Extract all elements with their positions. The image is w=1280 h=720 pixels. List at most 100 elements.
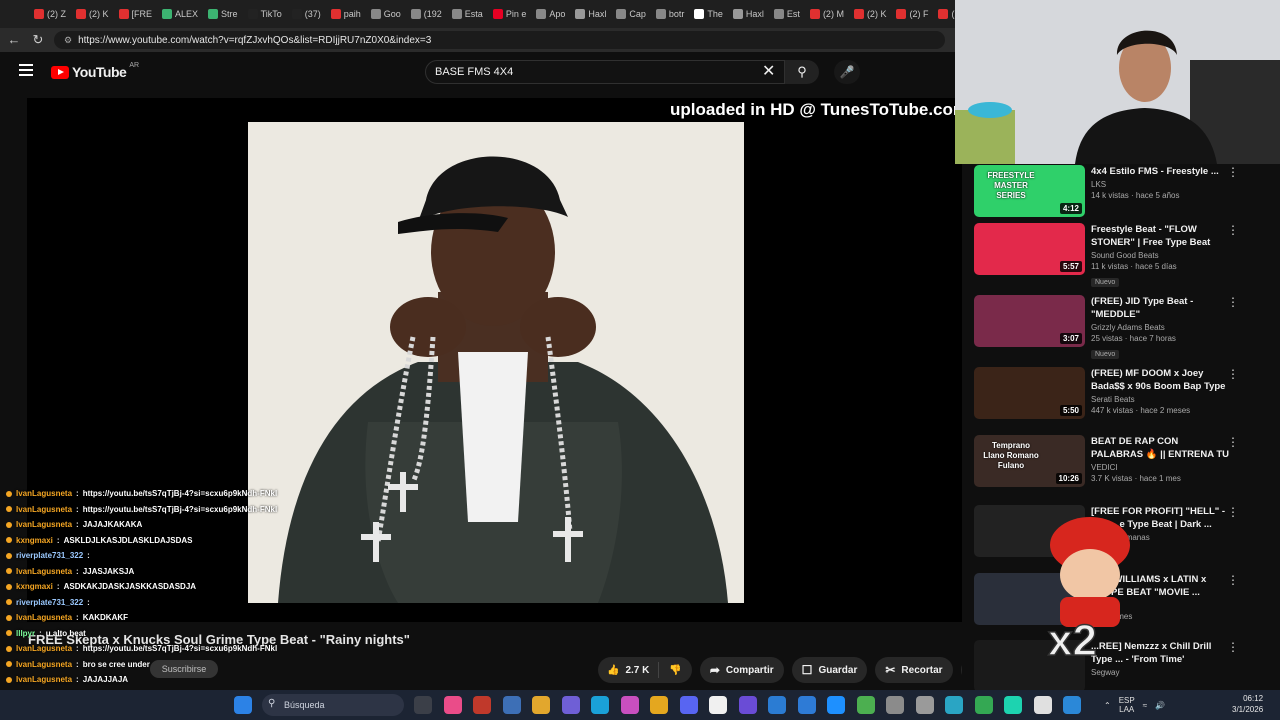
store-icon[interactable] [502, 696, 521, 714]
app-icon[interactable] [915, 696, 934, 714]
more-options-icon[interactable]: ⋮ [1227, 435, 1239, 449]
outlook-icon[interactable] [797, 696, 816, 714]
recommended-video[interactable]: 5:50 (FREE) MF DOOM x Joey Bada$$ x 90s B… [974, 367, 1239, 419]
more-options-icon[interactable]: ⋮ [1227, 640, 1239, 654]
youtube-logo[interactable]: YouTube AR [51, 62, 139, 80]
taskbar-clock[interactable]: 06:12 3/1/2026 [1232, 693, 1263, 715]
browser-tab[interactable]: (2) Z [30, 3, 70, 25]
opera-icon[interactable] [473, 696, 491, 714]
video-thumbnail[interactable]: 5:57 [974, 223, 1085, 275]
app-icon[interactable] [768, 696, 786, 714]
share-button[interactable]: ➦ Compartir [699, 657, 784, 683]
dislike-button[interactable]: 👎 [659, 665, 691, 676]
channel-name[interactable]: Serati Beats [1091, 395, 1231, 404]
channel-name[interactable]: VEDICI [1091, 463, 1231, 472]
browser-tab[interactable]: (2) K [72, 3, 113, 25]
recommended-video[interactable]: 5:57 Freestyle Beat - "FLOW STONER" | Fre… [974, 223, 1239, 289]
app-icon[interactable] [738, 696, 757, 714]
windows-start-icon[interactable] [234, 696, 252, 714]
file-explorer-icon[interactable] [532, 696, 550, 714]
excel-icon[interactable] [856, 696, 875, 714]
video-thumbnail[interactable]: Temprano Llano Romano Fulano 10:26 [974, 435, 1085, 487]
recommended-video[interactable]: 3:07 (FREE) JID Type Beat - "MEDDLE" Grizz… [974, 295, 1239, 361]
video-thumbnail[interactable]: FREESTYLE MASTER SERIES 4:12 [974, 165, 1085, 217]
browser-tab[interactable]: Cap [612, 3, 650, 25]
browser-tab[interactable]: ALEX [158, 3, 202, 25]
browser-tab[interactable]: Haxl [729, 3, 768, 25]
browser-tab[interactable]: Pin e [489, 3, 531, 25]
language-indicator[interactable]: ESP LAA [1119, 696, 1135, 714]
clear-search-icon[interactable]: ✕ [762, 64, 775, 80]
chrome-icon[interactable] [974, 696, 993, 714]
more-options-icon[interactable]: ⋮ [1227, 367, 1239, 381]
terminal-icon[interactable] [709, 696, 727, 714]
hamburger-menu-icon[interactable] [19, 64, 33, 76]
pen-icon[interactable] [561, 696, 580, 714]
recommended-video-title[interactable]: 4x4 Estilo FMS - Freestyle ... [1091, 165, 1231, 178]
more-options-icon[interactable]: ⋮ [1227, 295, 1239, 309]
url-field[interactable]: ⚙ https://www.youtube.com/watch?v=rqfZJx… [54, 31, 945, 49]
more-options-icon[interactable]: ⋮ [1227, 223, 1239, 237]
discord-icon[interactable] [679, 696, 698, 714]
browser-tab[interactable]: paih [327, 3, 365, 25]
like-button[interactable]: 👍 2.7 K [598, 662, 660, 678]
browser-tab[interactable]: TikTo [244, 3, 286, 25]
recommended-video[interactable]: Temprano Llano Romano Fulano 10:26 BEAT DE… [974, 435, 1239, 487]
browser-tab[interactable]: (2) M [806, 3, 848, 25]
reload-icon[interactable]: ↻ [30, 32, 46, 48]
wifi-icon[interactable]: ≈ [1143, 701, 1147, 710]
browser-tab[interactable]: Stre [204, 3, 242, 25]
browser-tab[interactable]: Apo [532, 3, 569, 25]
app-icon[interactable] [1004, 696, 1022, 714]
save-button[interactable]: ☐ Guardar [791, 657, 868, 683]
channel-name[interactable]: Sound Good Beats [1091, 251, 1231, 260]
browser-tab[interactable]: [FRE [115, 3, 157, 25]
edge-icon[interactable] [591, 696, 609, 714]
video-thumbnail[interactable]: 5:50 [974, 367, 1085, 419]
browser-tab[interactable]: (2) F [892, 3, 932, 25]
app-icon[interactable] [945, 696, 963, 714]
recommended-video-title[interactable]: BEAT DE RAP CON PALABRAS 🔥 || ENTRENA TU… [1091, 435, 1231, 461]
channel-name[interactable]: Segway [1091, 668, 1231, 677]
browser-tab[interactable]: Est [770, 3, 804, 25]
browser-tab[interactable]: The [690, 3, 727, 25]
browser-tab[interactable]: Goo [367, 3, 405, 25]
copilot-icon[interactable] [443, 696, 462, 714]
more-options-icon[interactable]: ⋮ [1227, 505, 1239, 519]
more-options-icon[interactable]: ⋮ [1227, 573, 1239, 587]
settings-icon[interactable] [886, 696, 904, 714]
search-input[interactable]: BASE FMS 4X4 [425, 60, 785, 84]
folder-icon[interactable] [650, 696, 668, 714]
search-button[interactable]: ⚲ [785, 60, 819, 84]
recommended-video[interactable]: FREESTYLE MASTER SERIES 4:12 4x4 Estilo FM… [974, 165, 1239, 217]
channel-name[interactable]: Grizzly Adams Beats [1091, 323, 1231, 332]
chat-separator: : [76, 566, 79, 576]
taskbar-search-field[interactable]: Búsqueda [262, 694, 404, 716]
app-icon[interactable] [1033, 696, 1052, 714]
obs-icon[interactable] [620, 696, 639, 714]
recommended-video-title[interactable]: (FREE) JID Type Beat - "MEDDLE" [1091, 295, 1231, 321]
subscribe-button[interactable]: Suscribirse [150, 660, 218, 678]
browser-tab[interactable]: Haxl [571, 3, 610, 25]
browser-tab[interactable]: (2) M [934, 3, 955, 25]
recommended-video-title[interactable]: Freestyle Beat - "FLOW STONER" | Free Ty… [1091, 223, 1231, 249]
task-view-icon[interactable] [414, 696, 432, 714]
browser-tab[interactable]: (2) K [850, 3, 891, 25]
voice-search-button[interactable]: 🎤 [834, 60, 860, 84]
calculator-icon[interactable] [1063, 696, 1081, 714]
site-info-icon[interactable]: ⚙ [64, 35, 72, 46]
word-icon[interactable] [827, 696, 845, 714]
back-icon[interactable]: ← [6, 32, 22, 48]
volume-icon[interactable]: 🔊 [1155, 701, 1165, 710]
browser-tab[interactable]: botr [652, 3, 689, 25]
browser-tab[interactable]: Esta [448, 3, 487, 25]
clip-button[interactable]: ✂ Recortar [875, 657, 953, 683]
browser-tab[interactable]: (192 [407, 3, 446, 25]
more-options-icon[interactable]: ⋮ [1227, 165, 1239, 179]
browser-tab[interactable]: (37) [288, 3, 325, 25]
channel-name[interactable]: LKS [1091, 180, 1231, 189]
streamer-webcam-image [955, 0, 1280, 164]
video-thumbnail[interactable]: 3:07 [974, 295, 1085, 347]
chevron-up-icon[interactable]: ⌃ [1104, 701, 1111, 710]
recommended-video-title[interactable]: (FREE) MF DOOM x Joey Bada$$ x 90s Boom … [1091, 367, 1231, 393]
